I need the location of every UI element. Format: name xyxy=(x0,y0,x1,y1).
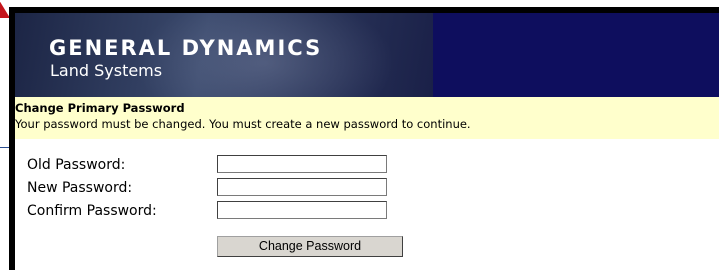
side-divider xyxy=(0,147,9,148)
logo-company-name: GENERAL DYNAMICS xyxy=(49,36,323,60)
page-content: GENERAL DYNAMICS Land Systems Change Pri… xyxy=(15,13,719,270)
password-notice: Change Primary Password Your password mu… xyxy=(15,97,719,139)
logo-division-name: Land Systems xyxy=(50,61,163,80)
confirm-password-label: Confirm Password: xyxy=(27,203,157,219)
page-frame: GENERAL DYNAMICS Land Systems Change Pri… xyxy=(9,7,719,270)
confirm-password-field[interactable] xyxy=(217,201,387,219)
change-password-button[interactable]: Change Password xyxy=(217,236,403,257)
old-password-label: Old Password: xyxy=(27,157,126,173)
new-password-field[interactable] xyxy=(217,178,387,196)
notice-message: Your password must be changed. You must … xyxy=(15,117,471,131)
notice-title: Change Primary Password xyxy=(15,101,185,115)
header-banner: GENERAL DYNAMICS Land Systems xyxy=(15,13,719,97)
company-logo: GENERAL DYNAMICS Land Systems xyxy=(15,13,433,97)
new-password-label: New Password: xyxy=(27,180,133,196)
old-password-field[interactable] xyxy=(217,155,387,173)
